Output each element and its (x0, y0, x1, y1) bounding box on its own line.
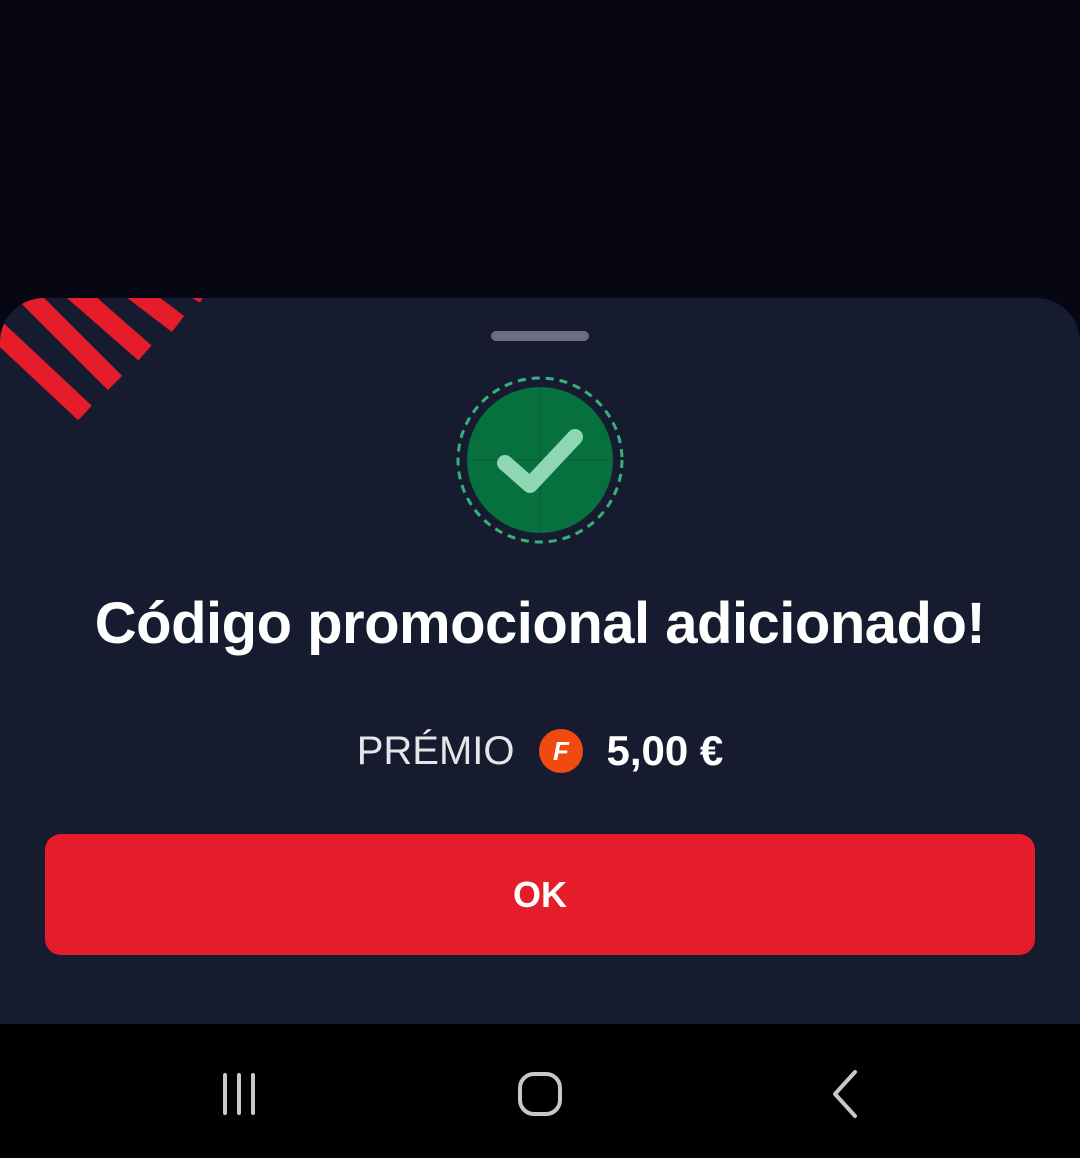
drag-handle[interactable] (491, 331, 589, 341)
prize-label: PRÉMIO (356, 729, 515, 773)
bottom-sheet-dialog: Código promocional adicionado! PRÉMIO F … (0, 298, 1080, 1024)
coin-letter: F (553, 736, 570, 766)
system-navigation-bar (0, 1024, 1080, 1158)
prize-amount: 5,00 € (606, 727, 724, 774)
back-icon (833, 1070, 857, 1118)
recent-apps-button[interactable] (204, 1064, 274, 1124)
ok-button[interactable]: OK (45, 834, 1035, 955)
back-button[interactable] (810, 1064, 880, 1124)
home-button[interactable] (505, 1064, 575, 1124)
recent-apps-icon (223, 1073, 255, 1115)
dimmed-backdrop[interactable] (0, 0, 1080, 298)
prize-row: PRÉMIO F 5,00 € (0, 723, 1080, 779)
checkmark-circle-icon (456, 376, 624, 544)
coin-f-icon: F (538, 729, 583, 773)
dialog-title: Código promocional adicionado! (94, 591, 986, 656)
home-icon (518, 1072, 562, 1116)
decorative-stripes (0, 298, 203, 421)
